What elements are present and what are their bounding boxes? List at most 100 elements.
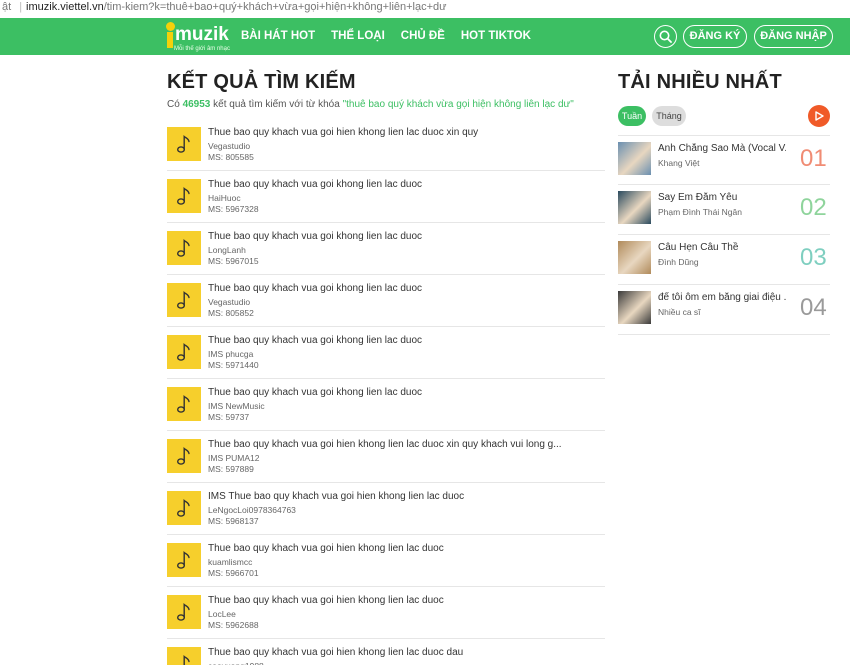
chart-title[interactable]: Anh Chẳng Sao Mà (Vocal V...	[658, 143, 786, 154]
song-thumbnail[interactable]	[167, 543, 201, 577]
song-thumbnail[interactable]	[167, 179, 201, 213]
cover-image[interactable]	[618, 191, 651, 224]
search-keyword[interactable]: "thuê bao quý khách vừa gọi hiện không l…	[343, 99, 574, 110]
result-title[interactable]: Thue bao quy khach vua goi hien khong li…	[208, 595, 444, 606]
result-code: MS: 5966701	[208, 568, 259, 578]
song-thumbnail[interactable]	[167, 439, 201, 473]
results-list: Thue bao quy khach vua goi hien khong li…	[167, 119, 605, 665]
cover-image[interactable]	[618, 241, 651, 274]
result-row[interactable]: Thue bao quy khach vua goi khong lien la…	[167, 171, 605, 223]
nav-topics[interactable]: CHỦ ĐỀ	[401, 18, 445, 55]
search-button[interactable]	[654, 25, 677, 48]
search-icon	[659, 30, 672, 43]
result-artist[interactable]: IMS NewMusic	[208, 401, 265, 411]
song-thumbnail[interactable]	[167, 595, 201, 629]
chart-title[interactable]: Say Em Đắm Yêu	[658, 192, 786, 203]
result-title[interactable]: Thue bao quy khach vua goi khong lien la…	[208, 335, 422, 346]
chart-artist[interactable]: Khang Việt	[658, 158, 699, 168]
result-artist[interactable]: HaiHuoc	[208, 193, 241, 203]
chart-item[interactable]: Say Em Đắm Yêu Phạm Đình Thái Ngân 02	[618, 185, 830, 235]
result-row[interactable]: Thue bao quy khach vua goi khong lien la…	[167, 327, 605, 379]
chart-item[interactable]: Anh Chẳng Sao Mà (Vocal V... Khang Việt 01	[618, 135, 830, 185]
result-row[interactable]: Thue bao quy khach vua goi hien khong li…	[167, 535, 605, 587]
page-title: KẾT QUẢ TÌM KIẾM	[167, 71, 356, 93]
chart-item[interactable]: để tôi ôm em bằng giai điệu ... Nhiều ca …	[618, 285, 830, 335]
result-artist[interactable]: IMS PUMA12	[208, 453, 260, 463]
address-prefix: ật	[2, 1, 12, 13]
site-logo[interactable]: muzik Mỗi thế giới âm nhạc	[166, 21, 230, 53]
result-code: MS: 5971440	[208, 360, 259, 370]
result-artist[interactable]: kuamlismcc	[208, 557, 252, 567]
result-title[interactable]: Thue bao quy khach vua goi hien khong li…	[208, 543, 444, 554]
chart-title[interactable]: để tôi ôm em bằng giai điệu ...	[658, 292, 786, 303]
song-thumbnail[interactable]	[167, 335, 201, 369]
summary-prefix: Có	[167, 99, 183, 110]
result-title[interactable]: Thue bao quy khach vua goi hien khong li…	[208, 127, 478, 138]
nav-genres[interactable]: THỂ LOẠI	[331, 18, 385, 55]
song-thumbnail[interactable]	[167, 647, 201, 665]
summary-mid: kết quả tìm kiếm với từ khóa	[210, 99, 343, 110]
result-artist[interactable]: caovuong1988	[208, 661, 264, 665]
result-code: MS: 59737	[208, 412, 250, 422]
song-thumbnail[interactable]	[167, 127, 201, 161]
result-artist[interactable]: Vegastudio	[208, 297, 250, 307]
result-row[interactable]: Thue bao quy khach vua goi hien khong li…	[167, 587, 605, 639]
result-artist[interactable]: LongLanh	[208, 245, 246, 255]
cover-image[interactable]	[618, 142, 651, 175]
address-separator: |	[19, 1, 23, 13]
music-note-icon	[177, 187, 190, 205]
result-count: 46953	[182, 99, 211, 110]
result-title[interactable]: Thue bao quy khach vua goi khong lien la…	[208, 387, 422, 398]
result-row[interactable]: Thue bao quy khach vua goi khong lien la…	[167, 379, 605, 431]
play-all-button[interactable]	[808, 105, 830, 127]
result-row[interactable]: Thue bao quy khach vua goi hien khong li…	[167, 431, 605, 483]
result-title[interactable]: Thue bao quy khach vua goi hien khong li…	[208, 439, 562, 450]
song-thumbnail[interactable]	[167, 283, 201, 317]
result-title[interactable]: Thue bao quy khach vua goi khong lien la…	[208, 179, 422, 190]
music-note-icon	[177, 551, 190, 569]
music-note-icon	[177, 603, 190, 621]
chart-item[interactable]: Câu Hẹn Câu Thề Đình Dũng 03	[618, 235, 830, 285]
result-artist[interactable]: IMS phucga	[208, 349, 253, 359]
result-title[interactable]: IMS Thue bao quy khach vua goi hien khon…	[208, 491, 464, 502]
result-row[interactable]: Thue bao quy khach vua goi hien khong li…	[167, 639, 605, 665]
main-nav: BÀI HÁT HOT THỂ LOẠI CHỦ ĐỀ HOT TIKTOK	[241, 18, 547, 55]
result-artist[interactable]: LeNgocLoi0978364763	[208, 505, 296, 515]
music-note-icon	[177, 447, 190, 465]
nav-hot-songs[interactable]: BÀI HÁT HOT	[241, 18, 315, 55]
address-bar[interactable]: ật | imuzik.viettel.vn/tim-kiem?k=thuê+bao…	[0, 0, 850, 18]
tab-week[interactable]: Tuần	[618, 106, 646, 126]
music-note-icon	[177, 291, 190, 309]
result-artist[interactable]: LocLee	[208, 609, 236, 619]
result-artist[interactable]: Vegastudio	[208, 141, 250, 151]
logo-i-mark	[166, 22, 175, 48]
tab-month[interactable]: Tháng	[652, 106, 686, 126]
result-row[interactable]: Thue bao quy khach vua goi khong lien la…	[167, 275, 605, 327]
results-summary: Có 46953 kết quả tìm kiếm với từ khóa "t…	[167, 99, 574, 110]
song-thumbnail[interactable]	[167, 231, 201, 265]
chart-rank: 01	[800, 145, 827, 172]
chart-title[interactable]: Câu Hẹn Câu Thề	[658, 242, 786, 253]
address-path: /tim-kiem?k=thuê+bao+quý+khách+vừa+gọi+h…	[103, 1, 447, 13]
login-button[interactable]: ĐĂNG NHẬP	[754, 25, 833, 48]
play-icon	[815, 111, 824, 121]
top-downloads-section: TẢI NHIỀU NHẤT Tuần Tháng Anh Chẳng Sao …	[618, 55, 830, 665]
result-title[interactable]: Thue bao quy khach vua goi khong lien la…	[208, 283, 422, 294]
register-button[interactable]: ĐĂNG KÝ	[683, 25, 747, 48]
result-row[interactable]: Thue bao quy khach vua goi hien khong li…	[167, 119, 605, 171]
music-note-icon	[177, 395, 190, 413]
result-title[interactable]: Thue bao quy khach vua goi hien khong li…	[208, 647, 463, 658]
cover-image[interactable]	[618, 291, 651, 324]
song-thumbnail[interactable]	[167, 491, 201, 525]
result-code: MS: 5967328	[208, 204, 259, 214]
chart-artist[interactable]: Nhiều ca sĩ	[658, 307, 701, 317]
result-row[interactable]: IMS Thue bao quy khach vua goi hien khon…	[167, 483, 605, 535]
chart-artist[interactable]: Phạm Đình Thái Ngân	[658, 207, 742, 217]
result-code: MS: 597889	[208, 464, 254, 474]
song-thumbnail[interactable]	[167, 387, 201, 421]
nav-hot-tiktok[interactable]: HOT TIKTOK	[461, 18, 531, 55]
result-row[interactable]: Thue bao quy khach vua goi khong lien la…	[167, 223, 605, 275]
result-title[interactable]: Thue bao quy khach vua goi khong lien la…	[208, 231, 422, 242]
chart-artist[interactable]: Đình Dũng	[658, 257, 699, 267]
music-note-icon	[177, 343, 190, 361]
